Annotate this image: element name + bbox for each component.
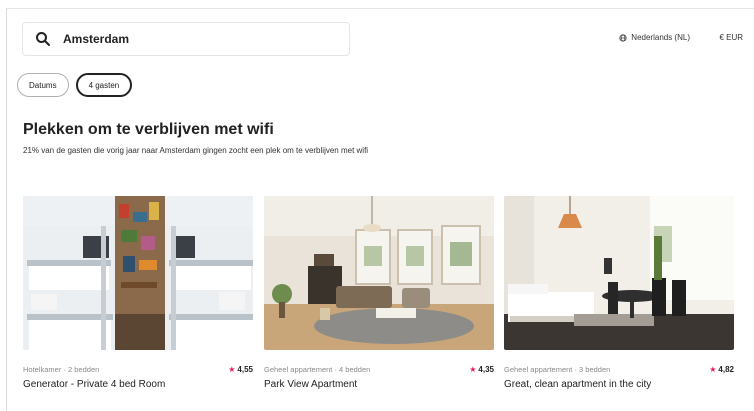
listing-rating: ★ 4,35 <box>469 365 494 374</box>
search-icon <box>36 32 50 46</box>
listing-card[interactable]: Geheel appartement · 3 bedden ★ 4,82 Gre… <box>504 196 734 390</box>
listing-type: Geheel appartement · 3 bedden <box>504 364 611 374</box>
listing-type: Hotelkamer · 2 bedden <box>23 364 100 374</box>
listing-card[interactable]: Geheel appartement · 4 bedden ★ 4,35 Par… <box>264 196 494 390</box>
listing-photo-living-room[interactable] <box>264 196 494 350</box>
star-icon: ★ <box>228 364 236 374</box>
listing-type: Geheel appartement · 4 bedden <box>264 364 371 374</box>
listing-title[interactable]: Park View Apartment <box>264 379 494 390</box>
listing-meta: Geheel appartement · 3 bedden ★ 4,82 <box>504 364 734 374</box>
globe-icon <box>619 33 627 42</box>
star-icon: ★ <box>709 364 717 374</box>
language-selector[interactable]: Nederlands (NL) <box>619 33 690 42</box>
listing-photo-bedroom[interactable] <box>504 196 734 350</box>
listing-meta: Hotelkamer · 2 bedden ★ 4,55 <box>23 364 253 374</box>
listing-title[interactable]: Great, clean apartment in the city <box>504 379 734 390</box>
listing-rating-value: 4,55 <box>237 364 253 374</box>
listing-title[interactable]: Generator - Private 4 bed Room <box>23 379 253 390</box>
language-label: Nederlands (NL) <box>631 33 690 42</box>
currency-selector[interactable]: € EUR <box>719 33 743 42</box>
listing-meta: Geheel appartement · 4 bedden ★ 4,35 <box>264 364 494 374</box>
filter-guests-button[interactable]: 4 gasten <box>75 73 133 97</box>
search-bar[interactable]: Amsterdam <box>22 22 350 56</box>
listing-card[interactable]: Hotelkamer · 2 bedden ★ 4,55 Generator -… <box>23 196 253 390</box>
search-input[interactable]: Amsterdam <box>63 32 129 46</box>
filter-chips: Datums 4 gasten <box>17 73 133 97</box>
listing-rating: ★ 4,55 <box>228 365 253 374</box>
listing-rating: ★ 4,82 <box>709 365 734 374</box>
listing-rating-value: 4,82 <box>718 364 734 374</box>
filter-dates-button[interactable]: Datums <box>17 73 69 97</box>
listing-rating-value: 4,35 <box>478 364 494 374</box>
section-title: Plekken om te verblijven met wifi <box>23 121 274 138</box>
section-subtitle: 21% van de gasten die vorig jaar naar Am… <box>23 146 369 155</box>
star-icon: ★ <box>469 364 477 374</box>
listing-photo-bunk-room[interactable] <box>23 196 253 350</box>
